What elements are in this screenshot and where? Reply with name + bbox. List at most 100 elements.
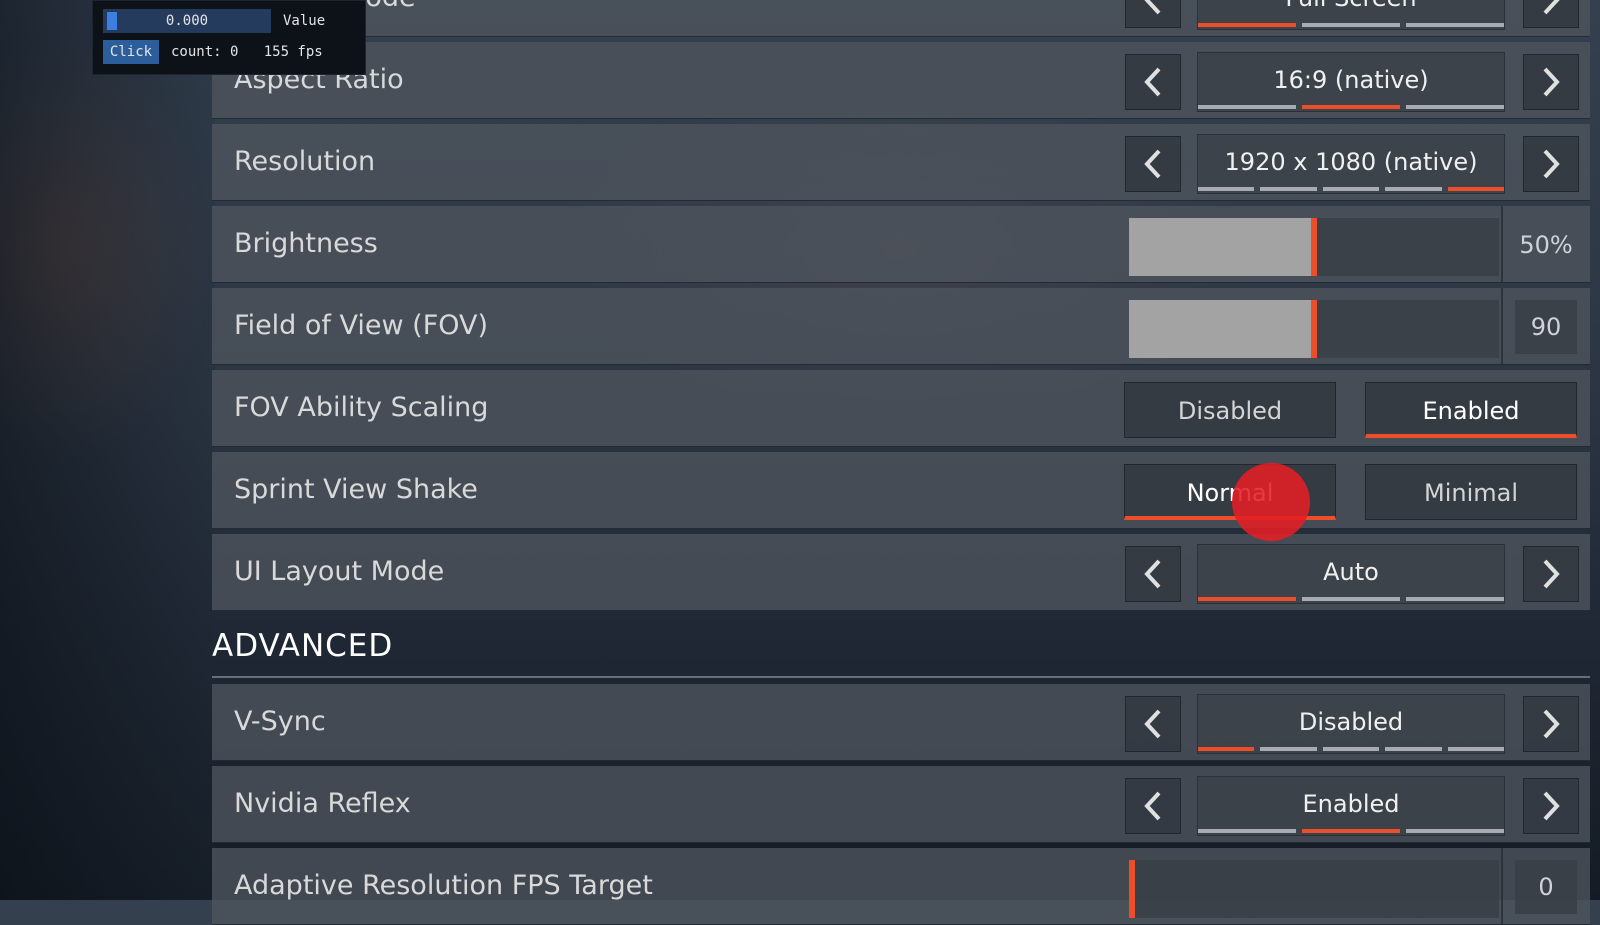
row-ui-layout-mode: UI Layout Mode Auto bbox=[212, 534, 1590, 611]
selector-value: 16:9 (native) bbox=[1273, 66, 1429, 94]
slider-fill bbox=[1129, 300, 1314, 358]
option-pip bbox=[1260, 747, 1317, 751]
arrow-right-button[interactable] bbox=[1523, 696, 1579, 752]
chevron-left-icon bbox=[1144, 67, 1161, 97]
option-pip bbox=[1406, 23, 1504, 27]
fov-slider[interactable] bbox=[1129, 300, 1499, 358]
option-pip bbox=[1385, 187, 1442, 191]
option-pips bbox=[1198, 829, 1504, 833]
slider-value: 50% bbox=[1519, 231, 1573, 259]
chevron-right-icon bbox=[1543, 67, 1560, 97]
divider bbox=[1501, 848, 1503, 924]
option-pips bbox=[1198, 597, 1504, 601]
option-pip bbox=[1198, 829, 1296, 833]
chevron-right-icon bbox=[1543, 149, 1560, 179]
selector-value: Auto bbox=[1323, 558, 1379, 586]
selector-resolution[interactable]: 1920 x 1080 (native) bbox=[1197, 134, 1505, 194]
option-pip bbox=[1447, 747, 1505, 751]
selector-display-mode[interactable]: Full Screen bbox=[1197, 0, 1505, 30]
brightness-slider[interactable] bbox=[1129, 218, 1499, 276]
arrow-left-button[interactable] bbox=[1125, 54, 1181, 110]
section-title-advanced: ADVANCED bbox=[212, 628, 394, 664]
arrow-right-button[interactable] bbox=[1523, 546, 1579, 602]
row-display-mode: Display Mode Full Screen bbox=[212, 0, 1590, 37]
chevron-left-icon bbox=[1144, 559, 1161, 589]
row-brightness: Brightness 50% bbox=[212, 206, 1590, 283]
option-pip bbox=[1302, 23, 1400, 27]
row-label: V-Sync bbox=[234, 706, 326, 737]
row-nvidia-reflex: Nvidia Reflex Enabled bbox=[212, 766, 1590, 843]
arrow-right-button[interactable] bbox=[1523, 136, 1579, 192]
option-pip bbox=[1302, 597, 1400, 601]
option-pip bbox=[1198, 597, 1296, 601]
chevron-right-icon bbox=[1543, 709, 1560, 739]
divider bbox=[1501, 288, 1503, 364]
background-blur bbox=[0, 0, 215, 900]
selector-value: Full Screen bbox=[1198, 0, 1504, 25]
debug-overlay: 0.000 Value Click count: 0 155 fps bbox=[92, 0, 366, 75]
adaptive-fps-slider[interactable] bbox=[1129, 860, 1499, 918]
arrow-left-button[interactable] bbox=[1125, 778, 1181, 834]
row-label: UI Layout Mode bbox=[234, 556, 445, 587]
option-pip bbox=[1198, 105, 1296, 109]
arrow-left-button[interactable] bbox=[1125, 546, 1181, 602]
arrow-right-button[interactable] bbox=[1523, 778, 1579, 834]
selector-aspect-ratio[interactable]: 16:9 (native) bbox=[1197, 52, 1505, 112]
option-enabled-button[interactable]: Enabled bbox=[1365, 382, 1577, 438]
slider-handle[interactable] bbox=[1129, 860, 1135, 918]
option-pip bbox=[1322, 187, 1380, 191]
row-adaptive-fps-target: Adaptive Resolution FPS Target 0 bbox=[212, 848, 1590, 925]
option-pip bbox=[1385, 747, 1442, 751]
arrow-right-button[interactable] bbox=[1523, 0, 1579, 28]
debug-status: count: 0 155 fps bbox=[171, 44, 323, 60]
cursor-click-indicator bbox=[1232, 463, 1310, 541]
selector-ui-layout-mode[interactable]: Auto bbox=[1197, 544, 1505, 604]
option-pip bbox=[1447, 187, 1505, 191]
option-pip bbox=[1198, 747, 1255, 751]
adaptive-fps-value-input[interactable]: 0 bbox=[1515, 860, 1577, 914]
row-label: Nvidia Reflex bbox=[234, 788, 411, 819]
row-vsync: V-Sync Disabled bbox=[212, 684, 1590, 761]
option-pips bbox=[1198, 187, 1505, 191]
slider-handle[interactable] bbox=[1311, 300, 1317, 358]
selector-vsync[interactable]: Disabled bbox=[1197, 694, 1505, 754]
arrow-left-button[interactable] bbox=[1125, 0, 1181, 28]
chevron-right-icon bbox=[1543, 559, 1560, 589]
option-pips bbox=[1198, 23, 1504, 27]
row-label: Field of View (FOV) bbox=[234, 310, 489, 341]
option-pips bbox=[1198, 105, 1504, 109]
debug-field-value: 0.000 bbox=[165, 13, 209, 29]
row-label: Resolution bbox=[234, 146, 376, 177]
debug-slider-grab[interactable] bbox=[107, 12, 117, 30]
option-pip bbox=[1302, 105, 1400, 109]
slider-fill bbox=[1129, 218, 1314, 276]
fov-value-input[interactable]: 90 bbox=[1515, 300, 1577, 354]
chevron-left-icon bbox=[1144, 791, 1161, 821]
slider-handle[interactable] bbox=[1311, 218, 1317, 276]
row-sprint-view-shake: Sprint View Shake Normal Minimal bbox=[212, 452, 1590, 529]
chevron-left-icon bbox=[1144, 0, 1161, 15]
option-pip bbox=[1406, 829, 1504, 833]
row-label: FOV Ability Scaling bbox=[234, 392, 489, 423]
option-disabled-button[interactable]: Disabled bbox=[1124, 382, 1336, 438]
option-pip bbox=[1260, 187, 1317, 191]
row-aspect-ratio: Aspect Ratio 16:9 (native) bbox=[212, 42, 1590, 119]
debug-click-button[interactable]: Click bbox=[103, 40, 159, 64]
debug-field-label: Value bbox=[283, 13, 326, 29]
chevron-left-icon bbox=[1144, 149, 1161, 179]
arrow-right-button[interactable] bbox=[1523, 54, 1579, 110]
option-pip bbox=[1406, 597, 1504, 601]
row-label: Brightness bbox=[234, 228, 378, 259]
option-pips bbox=[1198, 747, 1505, 751]
selector-value: Disabled bbox=[1298, 708, 1404, 736]
option-pip bbox=[1322, 747, 1380, 751]
selector-nvidia-reflex[interactable]: Enabled bbox=[1197, 776, 1505, 836]
chevron-right-icon bbox=[1543, 791, 1560, 821]
debug-value-field[interactable]: 0.000 bbox=[103, 9, 271, 33]
selector-value: 1920 x 1080 (native) bbox=[1224, 148, 1478, 176]
row-label: Sprint View Shake bbox=[234, 474, 478, 505]
option-pip bbox=[1302, 829, 1400, 833]
option-minimal-button[interactable]: Minimal bbox=[1365, 464, 1577, 520]
arrow-left-button[interactable] bbox=[1125, 696, 1181, 752]
arrow-left-button[interactable] bbox=[1125, 136, 1181, 192]
